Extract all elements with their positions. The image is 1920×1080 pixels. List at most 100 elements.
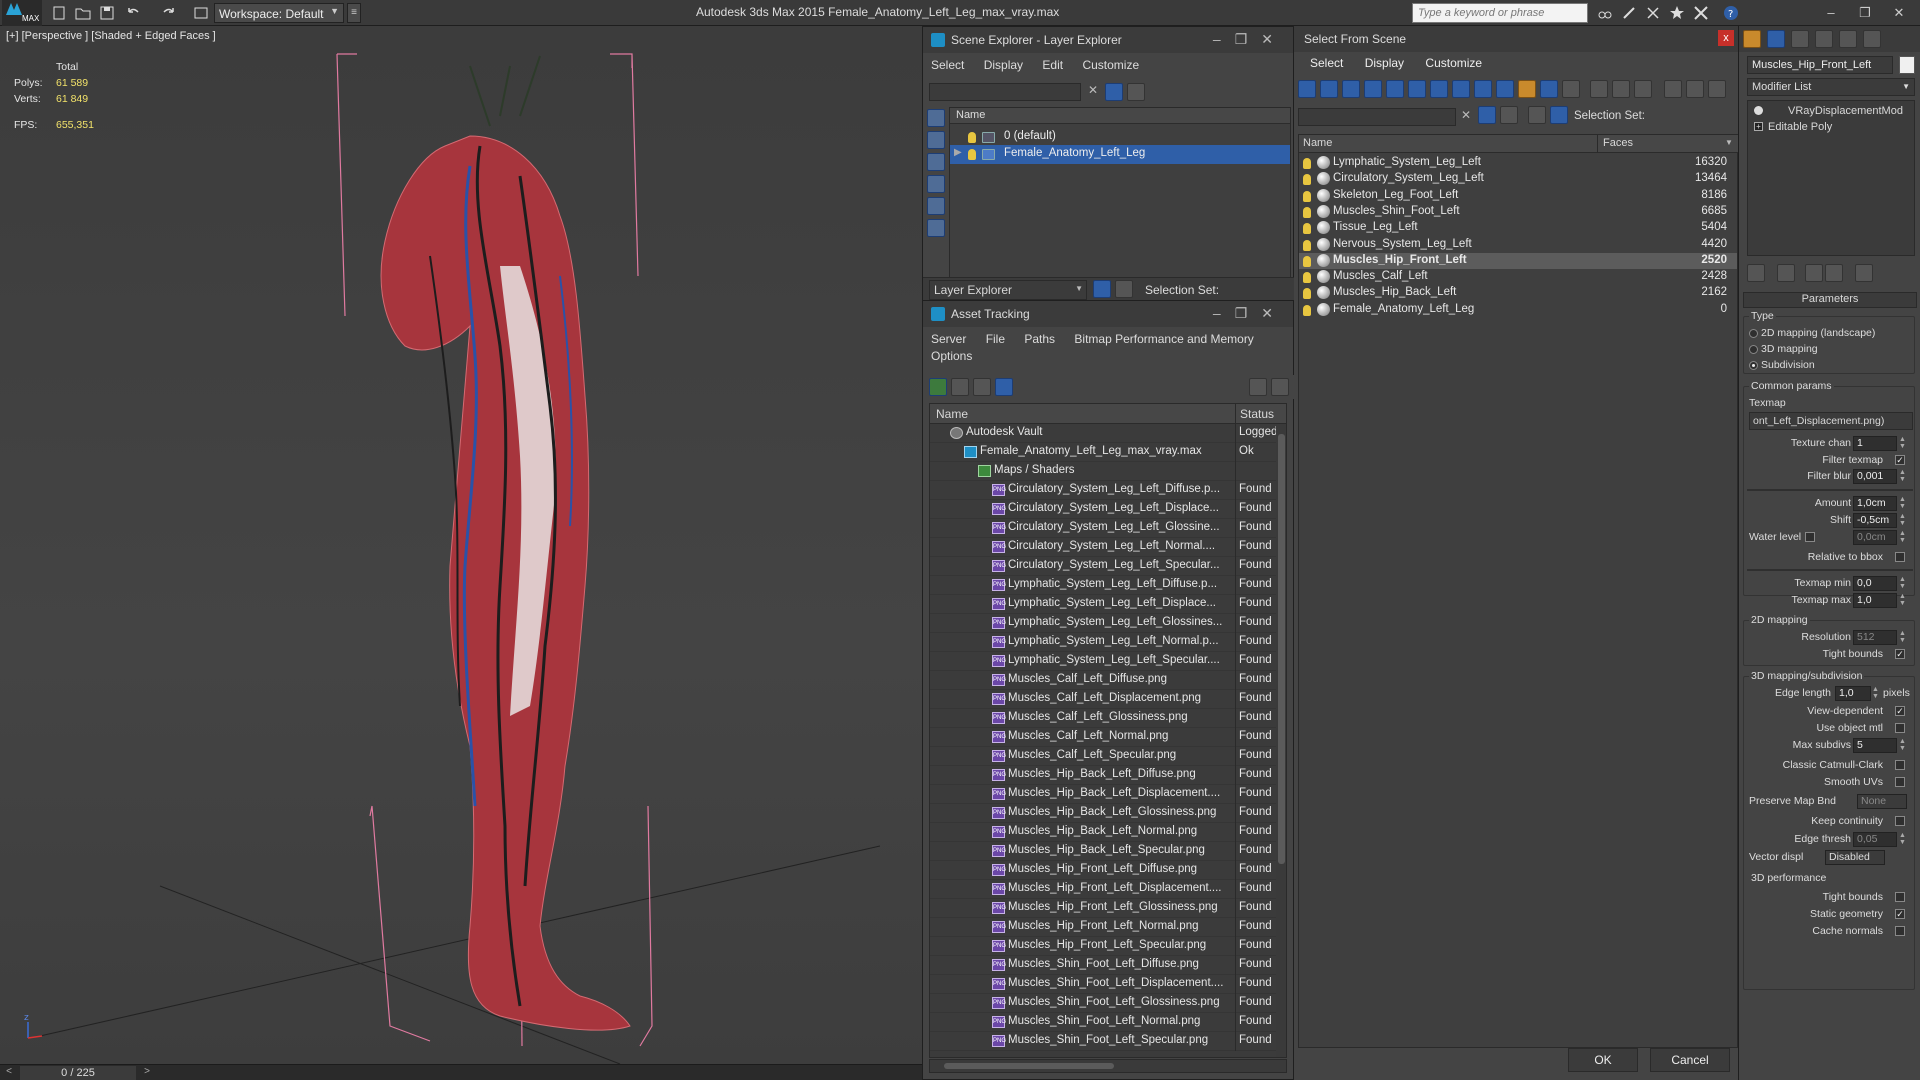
select-from-scene-titlebar[interactable]: Select From Scene <box>1294 26 1738 52</box>
spinner-icon[interactable]: ▲ ▼ <box>1899 576 1907 591</box>
water-level-input[interactable]: 0,0cm <box>1853 530 1897 545</box>
display-hidden-icon[interactable] <box>1540 80 1558 98</box>
redo-icon[interactable] <box>160 4 178 22</box>
pin-stack-icon[interactable] <box>1747 264 1765 282</box>
stack-item-editable-poly[interactable]: + Editable Poly <box>1748 119 1914 135</box>
perspective-viewport[interactable]: z [+] [Perspective ] [Shaded + Edged Fac… <box>0 26 922 1064</box>
subscription-icon[interactable] <box>1620 4 1638 22</box>
menu-paths[interactable]: Paths <box>1024 332 1055 346</box>
asset-row[interactable]: PNG Circulatory_System_Leg_Left_Displace.… <box>930 500 1276 519</box>
scrollbar-thumb[interactable] <box>944 1063 1114 1069</box>
display-lights-icon[interactable] <box>1342 80 1360 98</box>
menu-select[interactable]: Select <box>1310 56 1343 70</box>
asset-row[interactable]: PNG Muscles_Hip_Back_Left_Displacement...… <box>930 785 1276 804</box>
light-bulb-icon[interactable] <box>968 149 976 160</box>
close-button[interactable]: x <box>1718 30 1734 46</box>
asset-row[interactable]: PNG Circulatory_System_Leg_Left_Diffuse.p… <box>930 481 1276 500</box>
restore-button[interactable]: ❐ <box>1852 3 1878 23</box>
radio-2d-mapping[interactable]: 2D mapping (landscape) <box>1745 326 1913 342</box>
asset-row[interactable]: PNG Lymphatic_System_Leg_Left_Displace...… <box>930 595 1276 614</box>
object-name-field[interactable]: Muscles_Hip_Front_Left <box>1747 56 1893 74</box>
max-subdivs-input[interactable]: 5 <box>1853 738 1897 753</box>
asset-row[interactable]: PNG Muscles_Hip_Back_Left_Specular.png Fou… <box>930 842 1276 861</box>
object-row[interactable]: Muscles_Shin_Foot_Left 6685 <box>1299 204 1737 220</box>
spinner-icon[interactable]: ▲ ▼ <box>1899 469 1907 484</box>
display-shapes-icon[interactable] <box>1320 80 1338 98</box>
display-helpers-icon[interactable] <box>927 197 945 215</box>
asset-row[interactable]: Autodesk Vault Logged <box>930 424 1277 443</box>
light-bulb-icon[interactable] <box>1303 255 1311 267</box>
asset-row[interactable]: PNG Muscles_Calf_Left_Glossiness.png Found <box>930 709 1276 728</box>
exchange-icon[interactable] <box>1692 4 1710 22</box>
asset-row[interactable]: PNG Circulatory_System_Leg_Left_Normal...… <box>930 538 1276 557</box>
menu-display[interactable]: Display <box>1365 56 1404 70</box>
select-invert-icon[interactable] <box>1634 80 1652 98</box>
tab-create[interactable] <box>1743 30 1761 48</box>
asset-row[interactable]: PNG Muscles_Shin_Foot_Left_Diffuse.png Fou… <box>930 956 1276 975</box>
minimize-button[interactable]: – <box>1818 3 1844 23</box>
workspace-menu-button[interactable]: ≡ <box>347 3 361 23</box>
time-slider[interactable]: < 0 / 225 > <box>0 1064 922 1080</box>
asset-row[interactable]: PNG Muscles_Shin_Foot_Left_Glossiness.png… <box>930 994 1276 1013</box>
light-bulb-icon[interactable] <box>1754 106 1763 115</box>
light-bulb-icon[interactable] <box>1303 190 1311 202</box>
open-folder-icon[interactable] <box>74 4 92 22</box>
object-row[interactable]: Muscles_Calf_Left 2428 <box>1299 269 1737 285</box>
display-helpers-icon[interactable] <box>1386 80 1404 98</box>
cache-normals-checkbox[interactable] <box>1895 926 1905 936</box>
asset-row[interactable]: PNG Muscles_Hip_Back_Left_Normal.png Found <box>930 823 1276 842</box>
light-bulb-icon[interactable] <box>1303 174 1311 186</box>
light-bulb-icon[interactable] <box>1303 239 1311 251</box>
object-row[interactable]: Female_Anatomy_Left_Leg 0 <box>1299 302 1737 318</box>
object-color-swatch[interactable] <box>1899 56 1915 74</box>
clear-search-icon[interactable]: ✕ <box>1085 83 1101 101</box>
find-case-icon[interactable] <box>1500 106 1518 124</box>
radio-icon[interactable] <box>1749 345 1758 354</box>
new-file-icon[interactable] <box>50 4 68 22</box>
display-lights-icon[interactable] <box>927 153 945 171</box>
radio-3d-mapping[interactable]: 3D mapping <box>1745 342 1913 358</box>
asset-row[interactable]: PNG Muscles_Calf_Left_Displacement.png Fou… <box>930 690 1276 709</box>
hierarchy-mode-icon[interactable] <box>1550 106 1568 124</box>
light-bulb-icon[interactable] <box>1303 288 1311 300</box>
asset-row[interactable]: PNG Circulatory_System_Leg_Left_Specular.… <box>930 557 1276 576</box>
undo-icon[interactable] <box>124 4 142 22</box>
texture-chan-input[interactable]: 1 <box>1853 436 1897 451</box>
favorites-star-icon[interactable] <box>1668 4 1686 22</box>
object-row[interactable]: Tissue_Leg_Left 5404 <box>1299 220 1737 236</box>
asset-row[interactable]: PNG Lymphatic_System_Leg_Left_Glossines..… <box>930 614 1276 633</box>
select-search-input[interactable] <box>1298 108 1456 126</box>
show-end-result-icon[interactable] <box>1777 264 1795 282</box>
filter-blur-input[interactable]: 0,001 <box>1853 469 1897 484</box>
layer-mode-icon[interactable] <box>1093 280 1111 298</box>
spinner-icon[interactable]: ▲ ▼ <box>1899 513 1907 528</box>
filter-funnel-icon[interactable] <box>1664 80 1682 98</box>
horizontal-scrollbar[interactable] <box>929 1059 1287 1073</box>
filter-icon[interactable] <box>1105 83 1123 101</box>
make-unique-icon[interactable] <box>1805 264 1823 282</box>
menu-server[interactable]: Server <box>931 332 966 346</box>
column-header-status[interactable]: Status <box>1240 407 1274 421</box>
radio-icon[interactable] <box>1749 329 1758 338</box>
display-containers-icon[interactable] <box>1496 80 1514 98</box>
previous-frame-button[interactable]: < <box>2 1066 16 1080</box>
object-row[interactable]: Muscles_Hip_Back_Left 2162 <box>1299 285 1737 301</box>
menu-display[interactable]: Display <box>984 58 1023 72</box>
display-cameras-icon[interactable] <box>1364 80 1382 98</box>
select-none-icon[interactable] <box>1612 80 1630 98</box>
scene-explorer-titlebar[interactable]: Scene Explorer - Layer Explorer –❐✕ <box>923 27 1293 53</box>
filter-texmap-checkbox[interactable]: ✓ <box>1895 455 1905 465</box>
asset-row[interactable]: PNG Muscles_Hip_Back_Left_Diffuse.png Foun… <box>930 766 1276 785</box>
scrollbar-thumb[interactable] <box>1278 434 1285 864</box>
asset-row[interactable]: PNG Circulatory_System_Leg_Left_Glossine.… <box>930 519 1276 538</box>
configure-modifier-sets-icon[interactable] <box>1855 264 1873 282</box>
layers-icon[interactable] <box>1528 106 1546 124</box>
project-folder-icon[interactable] <box>192 4 210 22</box>
communication-center-icon[interactable] <box>1644 4 1662 22</box>
asset-row[interactable]: PNG Muscles_Hip_Front_Left_Normal.png Foun… <box>930 918 1276 937</box>
edge-length-input[interactable]: 1,0 <box>1835 686 1871 701</box>
tab-motion[interactable] <box>1815 30 1833 48</box>
asset-tracking-titlebar[interactable]: Asset Tracking –❐✕ <box>923 301 1293 327</box>
list-view-icon[interactable] <box>951 378 969 396</box>
spinner-icon[interactable]: ▲ ▼ <box>1899 832 1907 847</box>
